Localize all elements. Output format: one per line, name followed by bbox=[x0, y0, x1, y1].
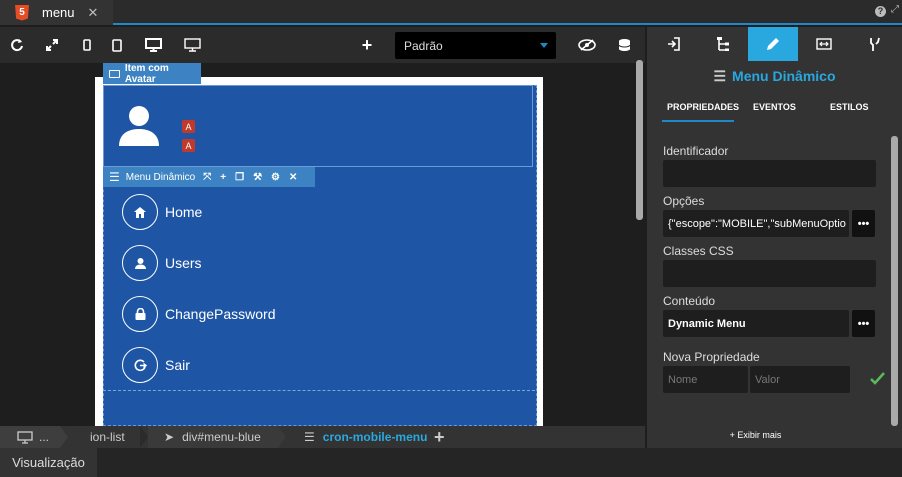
nova-propriedade-label: Nova Propriedade bbox=[663, 350, 760, 364]
check-icon[interactable] bbox=[870, 372, 885, 385]
property-name-input[interactable]: Nome bbox=[663, 366, 748, 393]
breadcrumb-separator bbox=[140, 426, 148, 448]
database-icon[interactable] bbox=[612, 27, 636, 63]
more-options-button[interactable]: ••• bbox=[852, 210, 875, 237]
chevron-down-icon bbox=[540, 43, 548, 48]
close-icon[interactable]: ✕ bbox=[289, 172, 297, 183]
menu-item-change-password[interactable]: ChangePassword bbox=[122, 296, 276, 332]
hamburger-icon: ☰ bbox=[304, 430, 315, 444]
fullscreen-icon[interactable] bbox=[40, 27, 64, 63]
pencil-icon[interactable] bbox=[748, 27, 798, 61]
bottom-bar bbox=[0, 448, 902, 477]
copy-icon[interactable]: ❐ bbox=[235, 172, 244, 183]
expand-icon[interactable]: ⤢ bbox=[891, 4, 899, 15]
device-select-value: Padrão bbox=[404, 38, 443, 53]
breadcrumb-ion-list[interactable]: ion-list bbox=[68, 426, 140, 448]
menu-item-label: Users bbox=[165, 255, 202, 271]
opcoes-label: Opções bbox=[663, 194, 705, 208]
help-icon[interactable]: ? bbox=[875, 6, 886, 17]
phone-icon[interactable] bbox=[105, 27, 129, 63]
avatar-icon bbox=[119, 106, 159, 146]
breadcrumb-separator bbox=[278, 426, 286, 448]
property-value-input[interactable]: Valor bbox=[750, 366, 850, 393]
avatar-item-label[interactable]: Item com Avatar bbox=[103, 63, 201, 85]
phone-small-icon[interactable] bbox=[75, 27, 99, 63]
desktop-icon[interactable] bbox=[141, 27, 165, 63]
navigation-arrow-icon: ➤ bbox=[164, 430, 175, 444]
logout-icon bbox=[122, 347, 158, 383]
classes-css-label: Classes CSS bbox=[663, 244, 734, 258]
toolbar: + Padrão bbox=[0, 27, 645, 63]
desktop-icon bbox=[17, 430, 33, 444]
dynamic-menu-toolbar[interactable]: ☰ Menu Dinâmico ⤧ + ❐ ⚒ ⚙ ✕ bbox=[103, 167, 315, 187]
angular-badge-icon: A bbox=[182, 139, 195, 152]
avatar-item[interactable] bbox=[103, 85, 533, 167]
add-icon[interactable]: + bbox=[434, 426, 445, 448]
menu-item-label: Sair bbox=[165, 357, 190, 373]
home-icon bbox=[122, 194, 158, 230]
tab-visualizacao[interactable]: Visualização bbox=[0, 448, 97, 477]
menu-item-label: ChangePassword bbox=[165, 306, 276, 322]
tab-bar: 5 menu ✕ ? ⤢ bbox=[0, 0, 902, 25]
device-select[interactable]: Padrão bbox=[395, 32, 556, 59]
divider bbox=[103, 390, 535, 391]
canvas-scrollbar[interactable] bbox=[636, 60, 643, 220]
conteudo-field[interactable]: Dynamic Menu bbox=[663, 310, 849, 337]
login-icon[interactable] bbox=[649, 27, 699, 61]
tree-icon[interactable] bbox=[698, 27, 748, 61]
tab-eventos[interactable]: EVENTOS bbox=[753, 102, 796, 112]
resize-horizontal-icon[interactable] bbox=[799, 27, 849, 61]
gear-icon[interactable]: ⚙ bbox=[271, 172, 280, 183]
tools-icon[interactable] bbox=[850, 27, 900, 61]
html5-icon: 5 bbox=[15, 4, 29, 21]
user-icon bbox=[122, 245, 158, 281]
identificador-label: Identificador bbox=[663, 144, 729, 158]
dynamic-menu-label: Menu Dinâmico bbox=[125, 171, 196, 183]
id-card-icon bbox=[109, 69, 120, 78]
menu-item-users[interactable]: Users bbox=[122, 245, 202, 281]
panel-scrollbar[interactable] bbox=[891, 136, 898, 426]
more-options-button[interactable]: ••• bbox=[852, 310, 875, 337]
menu-item-home[interactable]: Home bbox=[122, 194, 202, 230]
identificador-field[interactable] bbox=[663, 160, 876, 187]
classes-css-field[interactable] bbox=[663, 260, 876, 287]
add-icon[interactable]: + bbox=[220, 172, 226, 183]
monitor-icon[interactable] bbox=[180, 27, 204, 63]
refresh-icon[interactable] bbox=[5, 27, 29, 63]
hamburger-icon: ☰ bbox=[713, 68, 727, 84]
breadcrumb-cron-mobile-menu[interactable]: ☰ cron-mobile-menu bbox=[286, 426, 434, 448]
menu-item-sair[interactable]: Sair bbox=[122, 347, 190, 383]
magic-wand-icon[interactable]: ⚒ bbox=[253, 172, 262, 183]
breadcrumb-root[interactable]: ... bbox=[0, 426, 60, 448]
active-tab-indicator bbox=[662, 120, 734, 122]
menu-item-label: Home bbox=[165, 204, 203, 220]
breadcrumb: ... ion-list ➤ div#menu-blue ☰ cron-mobi… bbox=[0, 426, 645, 448]
panel-title: ☰ Menu Dinâmico bbox=[713, 68, 836, 84]
add-icon[interactable]: + bbox=[355, 27, 379, 63]
conteudo-label: Conteúdo bbox=[663, 294, 716, 308]
opcoes-field[interactable]: {"escope":"MOBILE","subMenuOptio bbox=[663, 210, 849, 237]
move-icon[interactable]: ⤧ bbox=[203, 172, 211, 183]
tab-title: menu bbox=[42, 5, 75, 20]
tab-propriedades[interactable]: PROPRIEDADES bbox=[667, 102, 739, 112]
show-more-link[interactable]: + Exibir mais bbox=[647, 430, 864, 440]
tab-menu[interactable]: 5 menu ✕ bbox=[0, 0, 113, 25]
tab-estilos[interactable]: ESTILOS bbox=[830, 102, 869, 112]
hamburger-icon: ☰ bbox=[109, 170, 120, 184]
close-icon[interactable]: ✕ bbox=[88, 5, 99, 21]
angular-badge-icon: A bbox=[182, 120, 195, 133]
lock-icon bbox=[122, 296, 158, 332]
breadcrumb-separator bbox=[60, 426, 68, 448]
breadcrumb-div-menu-blue[interactable]: ➤ div#menu-blue bbox=[148, 426, 278, 448]
eye-slash-icon[interactable] bbox=[575, 27, 599, 63]
